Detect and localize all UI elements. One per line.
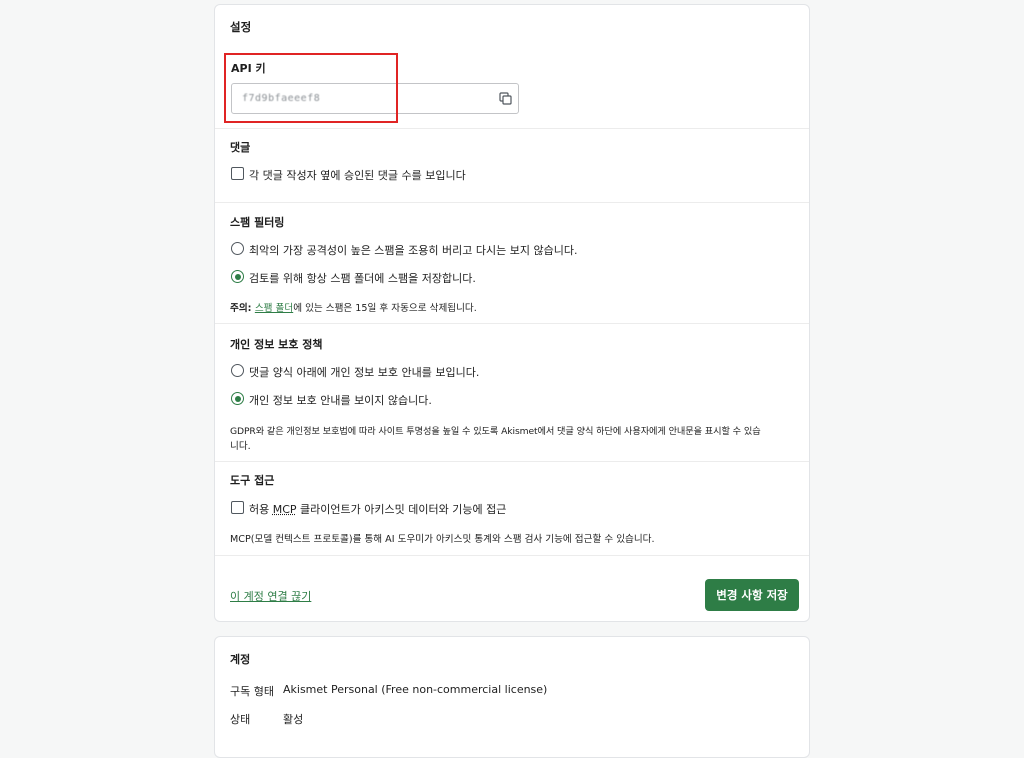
status-value: 활성 — [283, 713, 304, 726]
privacy-radio-show[interactable] — [231, 364, 244, 377]
settings-card: 설정 API 키 f7d9bfaeeef8 댓글 각 댓글 작성자 옆에 승인된… — [214, 4, 810, 622]
subscription-key: 구독 형태 — [230, 685, 274, 698]
spam-note-prefix: 주의: — [230, 303, 255, 314]
status-key: 상태 — [230, 713, 251, 726]
comments-checkbox[interactable] — [231, 167, 244, 180]
api-key-label: API 키 — [231, 62, 266, 75]
spam-option-discard-label: 최악의 가장 공격성이 높은 스팸을 조용히 버리고 다시는 보지 않습니다. — [249, 244, 578, 257]
privacy-note-line1: GDPR와 같은 개인정보 보호법에 따라 사이트 투명성을 높일 수 있도록 … — [230, 426, 761, 437]
api-key-field[interactable]: f7d9bfaeeef8 — [231, 83, 519, 114]
settings-title: 설정 — [230, 20, 252, 34]
divider — [215, 202, 809, 203]
mcp-access-prefix: 허용 — [249, 503, 273, 516]
spam-folder-link[interactable]: 스팸 폴더 — [255, 303, 293, 314]
divider — [215, 128, 809, 129]
spam-title: 스팸 필터링 — [230, 216, 285, 229]
spam-note: 주의: 스팸 폴더에 있는 스팸은 15일 후 자동으로 삭제됩니다. — [230, 300, 477, 314]
privacy-option-show-label: 댓글 양식 아래에 개인 정보 보호 안내를 보입니다. — [249, 366, 480, 379]
comments-title: 댓글 — [230, 141, 251, 154]
spam-option-keep-label: 검토를 위해 항상 스팸 폴더에 스팸을 저장합니다. — [249, 272, 476, 285]
mcp-access-label: 허용 MCP 클라이언트가 아키스밋 데이터와 기능에 접근 — [249, 501, 506, 517]
account-title: 계정 — [230, 653, 251, 666]
disconnect-account-link[interactable]: 이 계정 연결 끊기 — [230, 588, 311, 604]
privacy-title: 개인 정보 보호 정책 — [230, 338, 323, 351]
copy-icon[interactable] — [499, 92, 512, 105]
mcp-access-checkbox[interactable] — [231, 501, 244, 514]
account-card: 계정 구독 형태 Akismet Personal (Free non-comm… — [214, 636, 810, 758]
tools-title: 도구 접근 — [230, 474, 275, 487]
mcp-term: MCP — [272, 503, 297, 516]
tools-note: MCP(모델 컨텍스트 프로토콜)를 통해 AI 도우미가 아키스밋 통계와 스… — [230, 534, 655, 545]
comments-option-label: 각 댓글 작성자 옆에 승인된 댓글 수를 보입니다 — [249, 169, 466, 182]
spam-radio-discard[interactable] — [231, 242, 244, 255]
api-key-value: f7d9bfaeeef8 — [242, 93, 321, 104]
subscription-value: Akismet Personal (Free non-commercial li… — [283, 683, 548, 696]
privacy-option-hide-label: 개인 정보 보호 안내를 보이지 않습니다. — [249, 394, 432, 407]
divider — [215, 555, 809, 556]
divider — [215, 461, 809, 462]
spam-note-suffix: 에 있는 스팸은 15일 후 자동으로 삭제됩니다. — [293, 303, 477, 314]
mcp-access-suffix: 클라이언트가 아키스밋 데이터와 기능에 접근 — [296, 503, 507, 516]
divider — [215, 323, 809, 324]
privacy-radio-hide[interactable] — [231, 392, 244, 405]
save-changes-button[interactable]: 변경 사항 저장 — [705, 579, 799, 611]
spam-radio-keep[interactable] — [231, 270, 244, 283]
privacy-note-line2: 니다. — [230, 441, 251, 452]
